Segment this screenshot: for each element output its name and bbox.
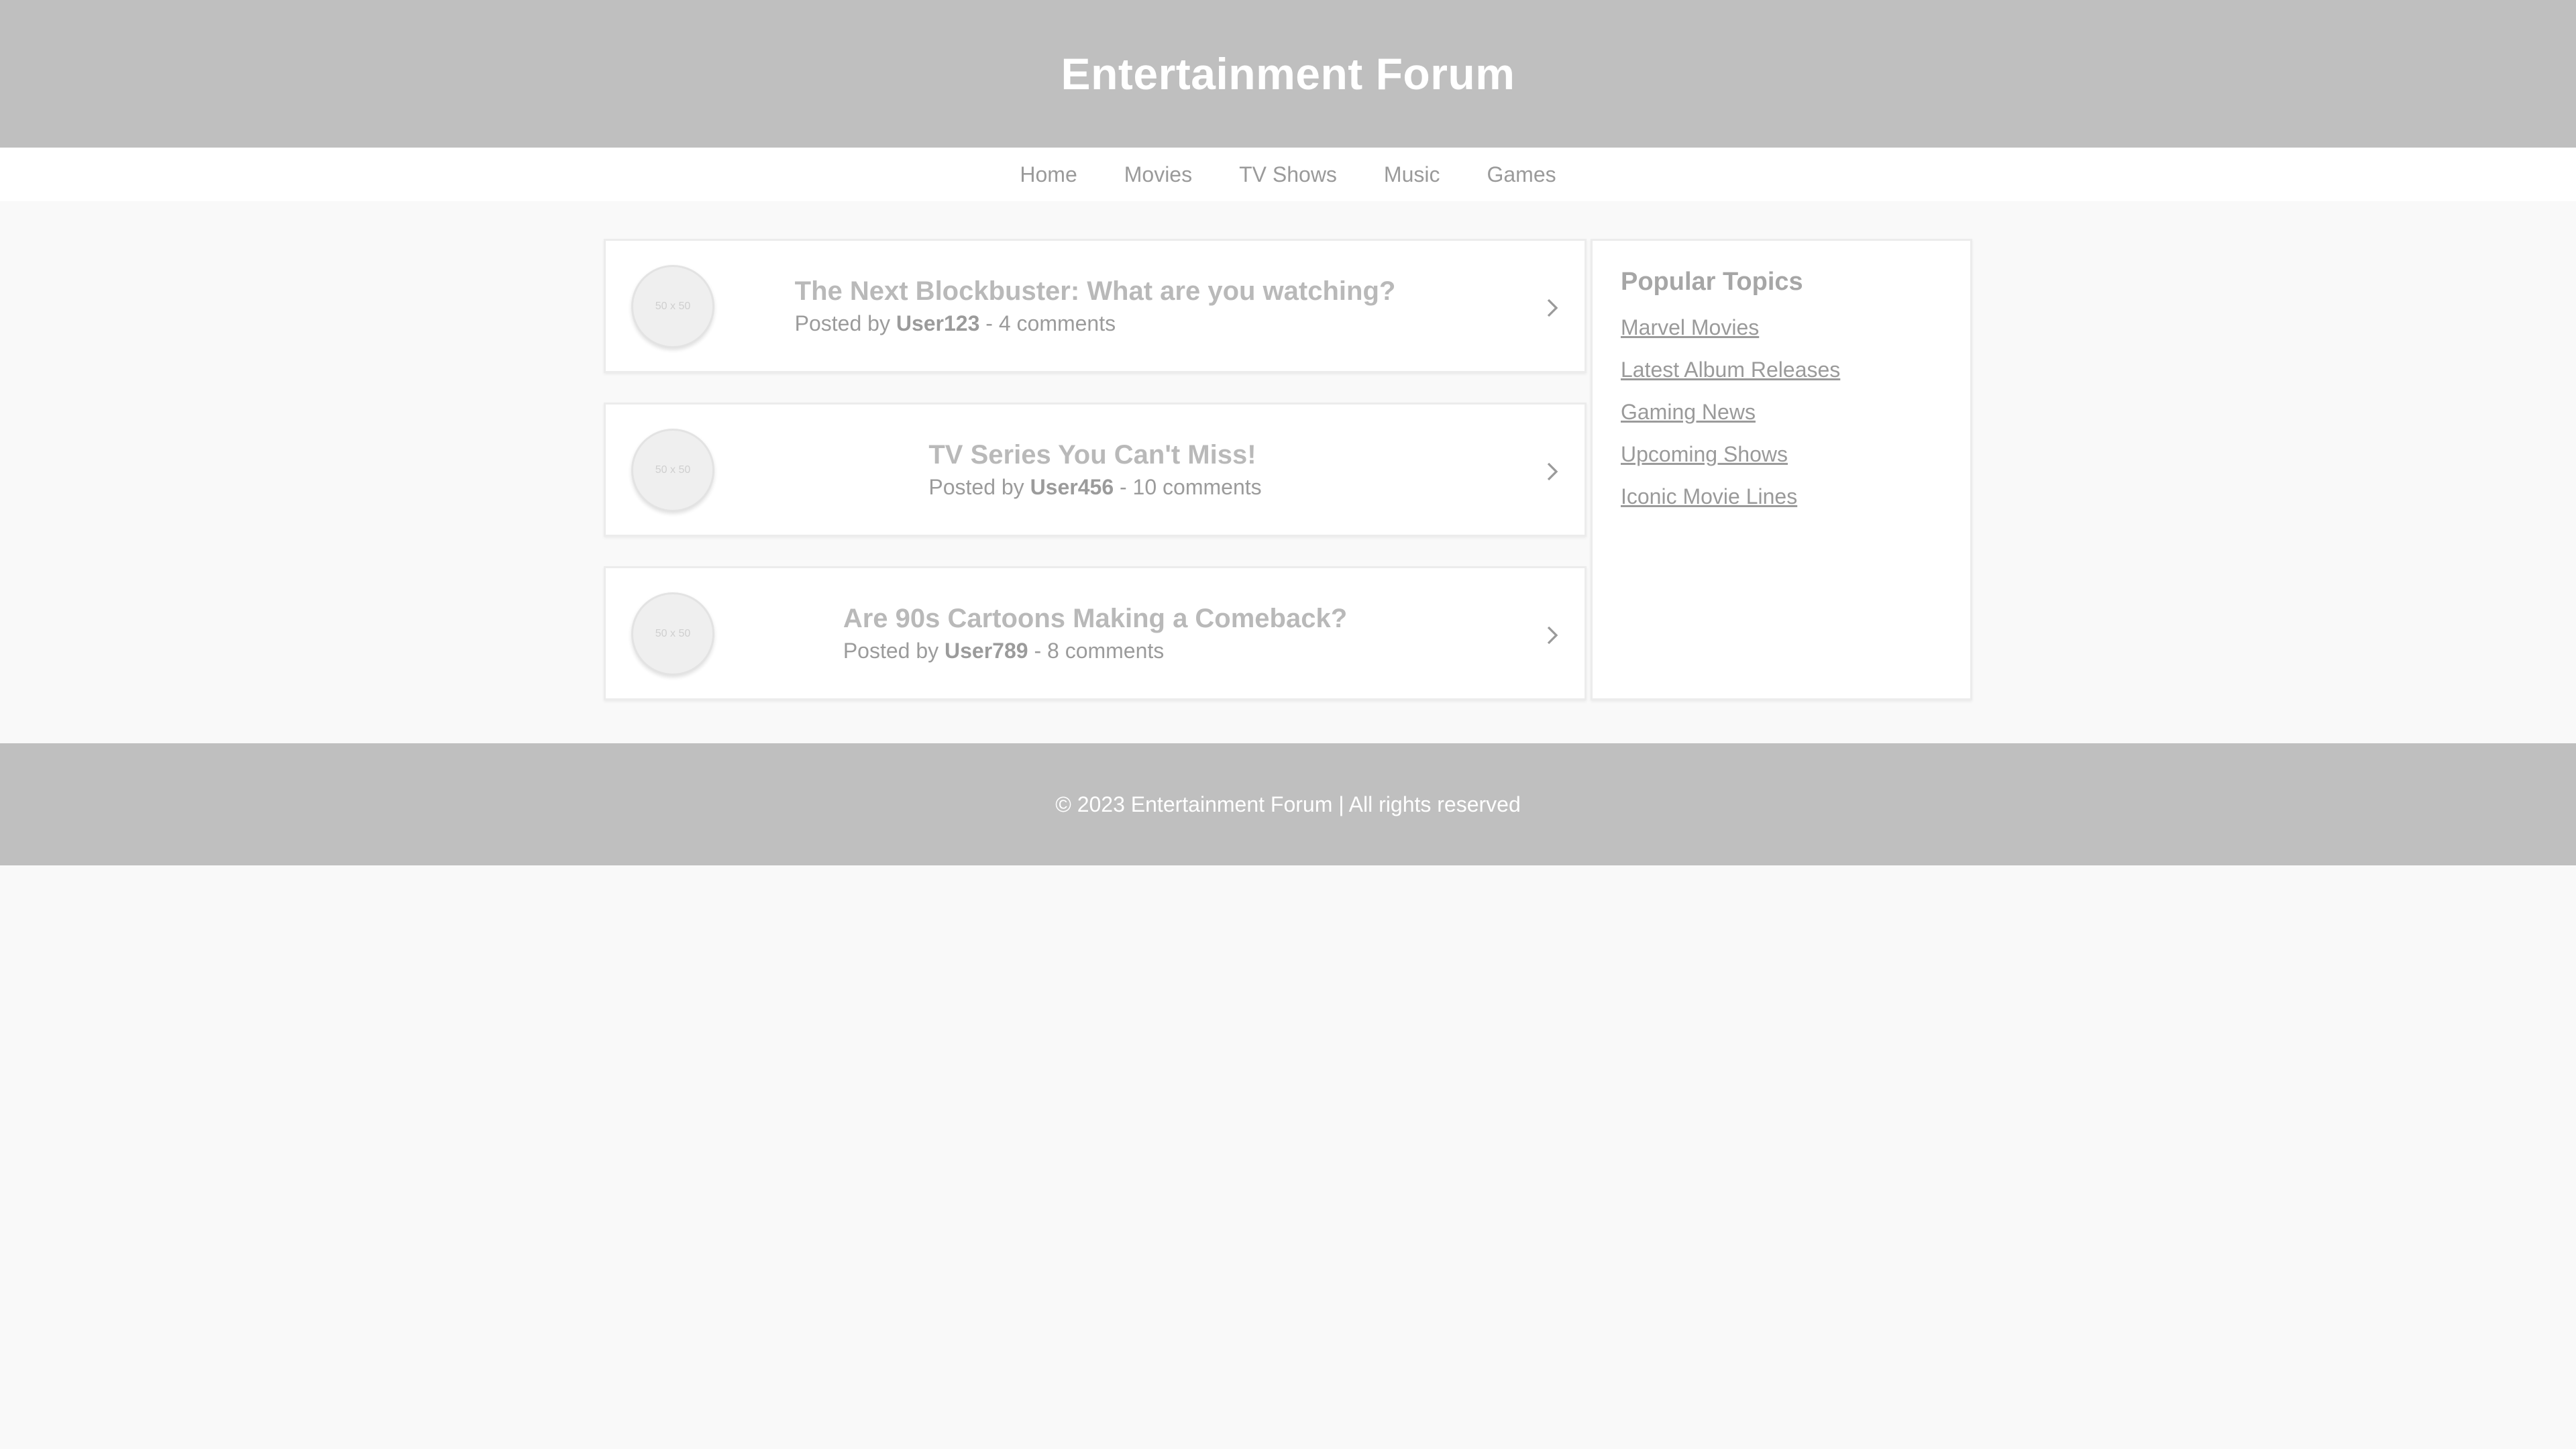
nav-item-home[interactable]: Home [1020, 162, 1077, 187]
post-item[interactable]: 50 x 50 The Next Blockbuster: What are y… [604, 239, 1587, 373]
post-comment-count: - 4 comments [979, 311, 1116, 335]
topic-item: Upcoming Shows [1621, 442, 1942, 471]
post-list: 50 x 50 The Next Blockbuster: What are y… [604, 239, 1587, 700]
post-author[interactable]: User123 [896, 311, 980, 335]
post-title[interactable]: Are 90s Cartoons Making a Comeback? [843, 602, 1347, 635]
popular-topics-sidebar: Popular Topics Marvel Movies Latest Albu… [1590, 239, 1972, 700]
site-title: Entertainment Forum [1061, 49, 1515, 99]
nav-item-movies[interactable]: Movies [1124, 162, 1192, 187]
footer-copyright: © 2023 Entertainment Forum | All rights … [1055, 792, 1521, 816]
main-content: 50 x 50 The Next Blockbuster: What are y… [604, 239, 1972, 700]
topic-item: Iconic Movie Lines [1621, 484, 1942, 513]
topic-list: Marvel Movies Latest Album Releases Gami… [1621, 315, 1942, 513]
topic-link-upcoming-shows[interactable]: Upcoming Shows [1621, 442, 1788, 466]
topic-link-latest-album-releases[interactable]: Latest Album Releases [1621, 358, 1840, 382]
post-meta: Posted by User456 - 10 comments [928, 473, 1261, 501]
chevron-right-icon[interactable] [1540, 296, 1564, 320]
post-item[interactable]: 50 x 50 Are 90s Cartoons Making a Comeba… [604, 566, 1587, 700]
post-author[interactable]: User456 [1030, 475, 1114, 499]
post-meta-prefix: Posted by [928, 475, 1030, 499]
post-title[interactable]: TV Series You Can't Miss! [928, 438, 1261, 472]
post-meta: Posted by User789 - 8 comments [843, 637, 1347, 665]
post-comment-count: - 8 comments [1028, 639, 1165, 663]
topic-link-iconic-movie-lines[interactable]: Iconic Movie Lines [1621, 484, 1797, 508]
topic-item: Latest Album Releases [1621, 358, 1942, 386]
post-author[interactable]: User789 [945, 639, 1028, 663]
post-title[interactable]: The Next Blockbuster: What are you watch… [795, 274, 1396, 308]
post-meta: Posted by User123 - 4 comments [795, 309, 1396, 337]
post-meta-prefix: Posted by [794, 311, 896, 335]
sidebar-title: Popular Topics [1620, 268, 1803, 296]
topic-item: Marvel Movies [1621, 315, 1942, 344]
chevron-right-icon[interactable] [1540, 623, 1564, 647]
site-footer: © 2023 Entertainment Forum | All rights … [0, 743, 2576, 865]
topic-link-marvel-movies[interactable]: Marvel Movies [1621, 315, 1759, 339]
post-item[interactable]: 50 x 50 TV Series You Can't Miss! Posted… [604, 402, 1587, 537]
topic-link-gaming-news[interactable]: Gaming News [1621, 400, 1756, 424]
nav-item-games[interactable]: Games [1487, 162, 1556, 187]
nav-item-music[interactable]: Music [1384, 162, 1440, 187]
topic-item: Gaming News [1621, 400, 1942, 429]
post-comment-count: - 10 comments [1114, 475, 1262, 499]
nav-item-tv-shows[interactable]: TV Shows [1239, 162, 1337, 187]
chevron-right-icon[interactable] [1540, 460, 1564, 484]
site-header: Entertainment Forum [0, 0, 2576, 148]
main-nav: Home Movies TV Shows Music Games [0, 148, 2576, 201]
post-meta-prefix: Posted by [843, 639, 945, 663]
